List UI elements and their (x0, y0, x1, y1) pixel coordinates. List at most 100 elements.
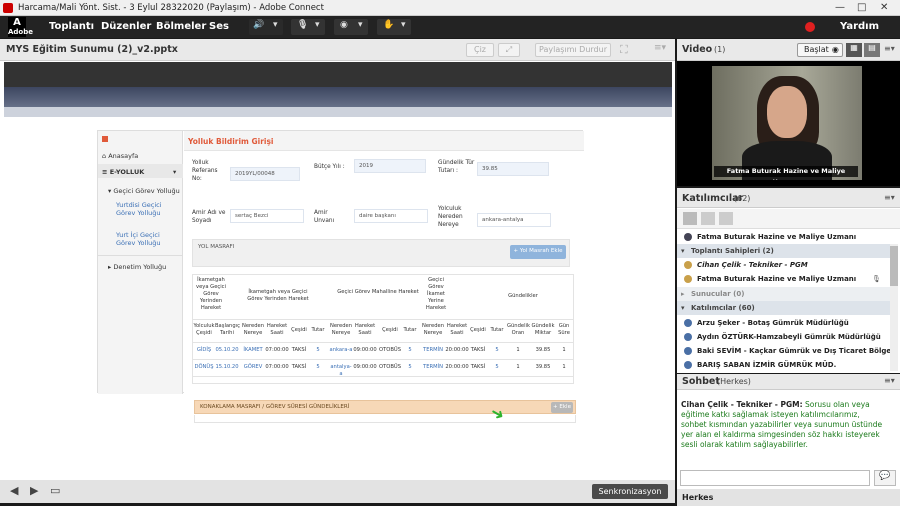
expense-table: İkametgah veya Geçici Görev Yerinden Har… (192, 274, 574, 384)
draw-button[interactable]: Çiz (466, 43, 494, 57)
nav-inspection[interactable]: ▸ Denetim Yolluğu (108, 263, 166, 271)
minimize-icon[interactable]: — (835, 0, 845, 16)
record-icon[interactable] (805, 22, 815, 32)
col-header: Nereden Nereye (241, 323, 265, 336)
attendee-self[interactable]: Fatma Buturak Hazine ve Maliye Uzmanı (677, 230, 890, 244)
menu-help[interactable]: Yardım (840, 21, 879, 32)
lodging-title: KONAKLAMA MASRAFI / GÖREV SÜRESİ GÜNDELİ… (200, 404, 350, 410)
video-pod-header: Video (1) Başlat ◉ ▦ ▤ ≡▾ (677, 39, 900, 61)
user-icon (684, 333, 692, 341)
app-page-title: Yolluk Bildirim Girişi (188, 137, 274, 146)
send-message-button[interactable]: 💬 (874, 470, 896, 486)
video-title: Video (682, 44, 713, 55)
col-header: Tutar (490, 327, 504, 333)
app-main: Yolluk Bildirim Girişi Yolluk Referans N… (184, 131, 584, 394)
menu-icon (102, 136, 108, 142)
grid-view-icon[interactable]: ▦ (846, 43, 862, 57)
fullscreen-icon[interactable]: ⛶ (620, 43, 628, 57)
user-icon (684, 361, 692, 369)
participant-row[interactable]: BARIŞ SABAN İZMİR GÜMRÜK MÜD. (677, 358, 890, 371)
menu-pods[interactable]: Bölmeler (156, 21, 206, 32)
menu-bar: A Adobe Toplantı Düzenler Bölmeler Ses 🔊 ▾… (0, 16, 900, 38)
chat-title: Sohbet (682, 376, 720, 387)
host-icon (684, 275, 692, 283)
participant-row[interactable]: Arzu Şeker - Botaş Gümrük Müdürlüğü (677, 316, 890, 330)
add-lodging-button[interactable]: + Ekle (551, 402, 573, 413)
slide-header-band (4, 62, 672, 87)
caret-right-icon: ▸ (681, 290, 685, 298)
col-header: Çeşidi (470, 327, 486, 333)
host-row[interactable]: Fatma Buturak Hazine ve Maliye Uzmanı 🎙 (677, 272, 890, 286)
stop-sharing-button[interactable]: Paylaşımı Durdur (535, 43, 611, 57)
video-count: (1) (714, 45, 726, 54)
group-presenters[interactable]: ▸ Sunucular (0) (677, 287, 890, 301)
chevron-down-icon: ▾ (273, 20, 278, 30)
lodging-section: KONAKLAMA MASRAFI / GÖREV SÜRESİ GÜNDELİ… (194, 400, 576, 414)
start-webcam-button[interactable]: Başlat ◉ (797, 43, 843, 57)
title-label: Amir Unvanı (314, 210, 335, 224)
route-label: Yolculuk Nereden Nereye (438, 206, 463, 228)
maximize-icon[interactable]: □ (857, 0, 866, 16)
speaker-control[interactable]: 🔊 ▾ (249, 19, 283, 35)
chat-tabs: Herkes (677, 489, 900, 506)
attendees-scrollbar[interactable] (890, 244, 898, 371)
road-expense-title: YOL MASRAFI (198, 244, 235, 250)
previous-slide-icon[interactable]: ◀ (10, 484, 18, 497)
breakout-icon[interactable] (701, 212, 715, 225)
budget-field[interactable]: 2019 (354, 159, 426, 173)
add-road-expense-button[interactable]: + Yol Masrafı Ekle (510, 245, 566, 259)
table-group-header: İkametgah veya Geçici Görev Yerinden Har… (196, 277, 226, 311)
list-icon: ≡ (102, 168, 110, 176)
pod-menu-icon[interactable]: ≡▾ (654, 43, 666, 53)
pod-menu-icon[interactable]: ≡▾ (884, 44, 895, 53)
window-title-bar: Harcama/Mali Yönt. Sist. - 3 Eylul 28322… (0, 0, 900, 16)
host-icon (684, 261, 692, 269)
nav-eyolluk[interactable]: ≡ E-YOLLUK (102, 168, 144, 176)
filmstrip-view-icon[interactable]: ▤ (864, 43, 880, 57)
chat-pod: Sohbet (Herkes) ≡▾ Cihan Çelik - Teknike… (677, 374, 900, 506)
attendees-pod: Katılımcılar (62) ≡▾ Fatma Buturak Hazin… (677, 188, 900, 373)
menu-layouts[interactable]: Düzenler (101, 21, 151, 32)
participant-row[interactable]: Aydın ÖZTÜRK-Hamzabeyli Gümrük Müdürlüğü (677, 330, 890, 344)
webcam-control[interactable]: ◉ ▾ (334, 19, 368, 35)
host-row[interactable]: Cihan Çelik - Tekniker - PGM (677, 258, 890, 272)
microphone-control[interactable]: 🎙 ▾ (291, 19, 325, 35)
group-participants[interactable]: ▾ Katılımcılar (60) (677, 301, 890, 315)
nav-abroad-duty[interactable]: Yurtdisi Geçici Görev Yolluğu (116, 201, 176, 217)
tab-everyone[interactable]: Herkes (682, 493, 713, 502)
menu-meeting[interactable]: Toplantı (49, 21, 94, 32)
participant-row[interactable]: Baki SEVİM - Kaçkar Gümrük ve Dış Ticare… (677, 344, 890, 358)
share-pod: MYS Eğitim Sunumu (2)_v2.pptx Çiz ⤢ Payl… (0, 39, 675, 503)
menu-audio[interactable]: Ses (209, 21, 229, 32)
daily-field[interactable]: 39.85 (477, 162, 549, 176)
list-view-icon[interactable] (683, 212, 697, 225)
route-field[interactable]: ankara-antalya (477, 213, 551, 227)
chat-pod-header: Sohbet (Herkes) ≡▾ (677, 374, 900, 390)
ref-field[interactable]: 2019YL/00048 (230, 167, 300, 181)
pod-menu-icon[interactable]: ≡▾ (884, 193, 895, 202)
shared-slide: ⌂ Anasayfa ≡ E-YOLLUK ▾ ▾ Geçici Görev Y… (4, 62, 672, 477)
name-label: Amir Adı ve Soyadı (192, 210, 226, 224)
status-icon[interactable] (719, 212, 733, 225)
chat-input[interactable] (680, 470, 870, 486)
nav-temp-duty[interactable]: ▾ Geçici Görev Yolluğu (108, 187, 180, 195)
nav-home[interactable]: ⌂ Anasayfa (102, 152, 138, 160)
title-field[interactable]: daire başkanı (354, 209, 428, 223)
col-header: Yolculuk Çeşidi (193, 323, 215, 336)
nav-domestic-duty[interactable]: Yurt İçi Geçici Görev Yolluğu (116, 231, 176, 247)
next-slide-icon[interactable]: ▶ (30, 484, 38, 497)
raise-hand-control[interactable]: ✋ ▾ (377, 19, 411, 35)
sync-button[interactable]: Senkronizasyon (592, 484, 668, 499)
user-icon (684, 319, 692, 327)
col-header: Nereden Nereye (329, 323, 353, 336)
name-field[interactable]: sertaç Bezci (230, 209, 304, 223)
group-hosts[interactable]: ▾ Toplantı Sahipleri (2) (677, 244, 890, 258)
video-pod: Video (1) Başlat ◉ ▦ ▤ ≡▾ Fatma Buturak H… (677, 39, 900, 186)
fit-button[interactable]: ⤢ (498, 43, 520, 57)
webcam-feed: Fatma Buturak Hazine ve Maliye Uzmanı (712, 66, 862, 180)
thumbnail-icon[interactable]: ▭ (50, 484, 60, 497)
col-header: Tutar (403, 327, 417, 333)
speaker-icon: 🔊 (253, 20, 265, 30)
pod-menu-icon[interactable]: ≡▾ (884, 376, 895, 385)
close-icon[interactable]: ✕ (880, 0, 888, 16)
